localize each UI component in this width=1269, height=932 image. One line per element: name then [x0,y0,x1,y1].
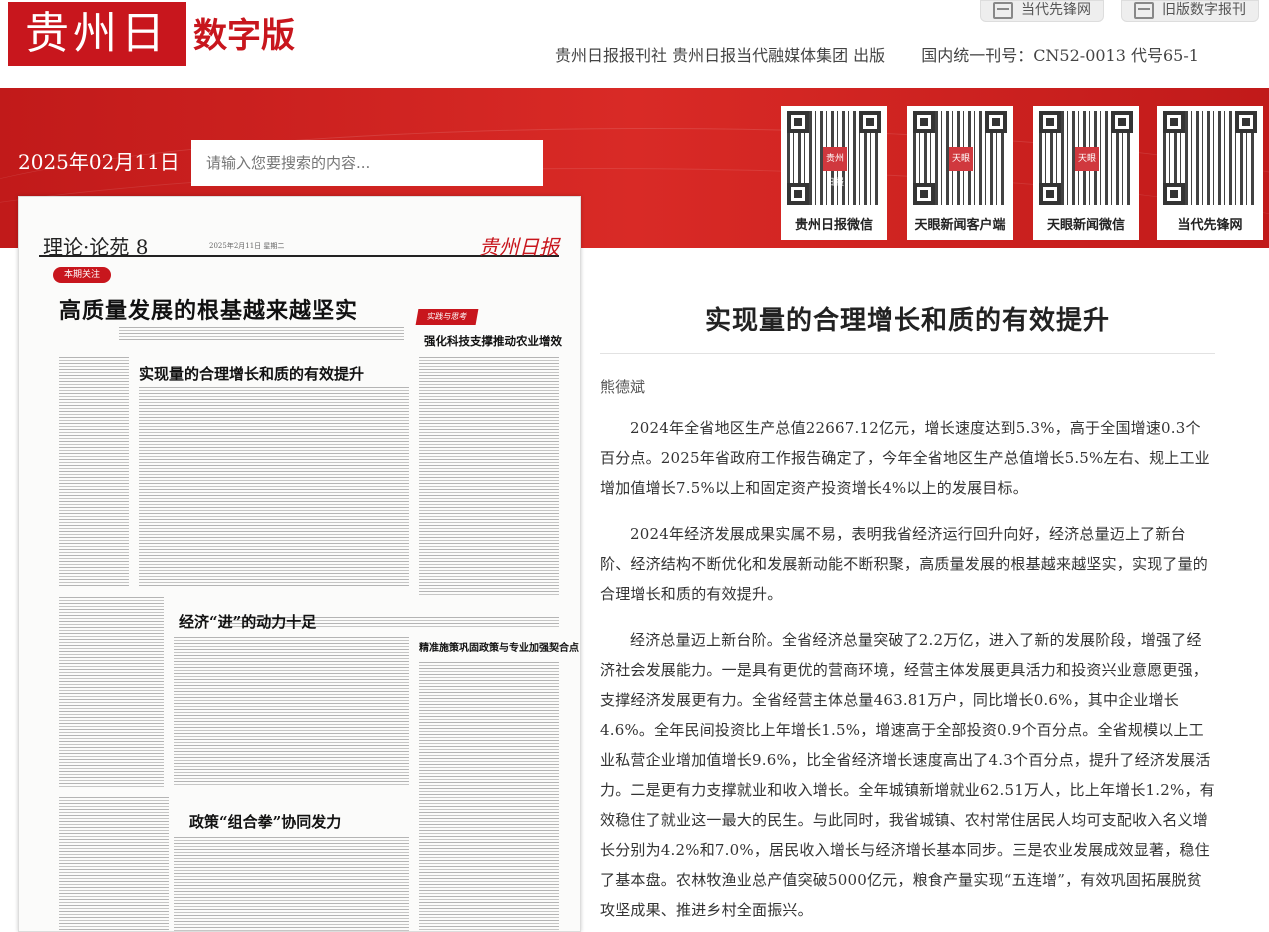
article-hotspot[interactable]: 实现量的合理增长和质的有效提升 [139,363,364,384]
qr-label: 当代先锋网 [1177,218,1243,233]
page-masthead: 理论·论苑 8 2025年2月11日 星期二 贵州日报 [39,231,559,259]
article-paragraph: 2024年全省地区生产总值22667.12亿元，增长速度达到5.3%，高于全国增… [600,419,1210,497]
current-pioneer-button[interactable]: 当代先锋网 [980,0,1104,22]
qr-code: 天眼 [1039,111,1133,205]
site-header: 贵州日报 数字版 当代先锋网 旧版数字报刊 贵州日报报刊社 贵州日报当代融媒体集… [0,0,1269,123]
publisher-text: 贵州日报报刊社 贵州日报当代融媒体集团 出版 [555,46,886,65]
newspaper-icon [1134,2,1154,19]
qr-code: 贵州日报 [787,111,881,205]
qr-label: 贵州日报微信 [794,218,873,233]
newspaper-icon [993,2,1013,19]
page-section: 理论·论苑 8 [43,235,149,259]
article-title: 实现量的合理增长和质的有效提升 [600,300,1215,354]
article-hotspot[interactable]: 经济“进”的动力十足 [179,611,316,632]
qr-code: 天眼 [913,111,1007,205]
article-hotspot[interactable]: 精准施策巩固政策与专业加强契合点 [419,639,579,654]
article-hotspot[interactable]: 强化科技支撑推动农业增效 [424,333,562,349]
site-logo-suffix: 数字版 [193,16,295,56]
newspaper-page-preview[interactable]: 理论·论苑 8 2025年2月11日 星期二 贵州日报 本期关注 高质量发展的根… [18,196,581,932]
qr-code [1163,111,1257,205]
issue-date[interactable]: 2025年02月11日 [18,146,180,175]
search-input[interactable] [191,140,543,186]
old-edition-label: 旧版数字报刊 [1162,2,1246,18]
site-logo[interactable]: 贵州日报 [8,2,186,123]
article-author: 熊德斌 [600,378,646,396]
page-paper-logo: 贵州日报 [479,235,559,259]
old-edition-button[interactable]: 旧版数字报刊 [1121,0,1259,22]
qr-tianyan-app[interactable]: 天眼 天眼新闻客户端 [907,106,1013,240]
page-dateline: 2025年2月11日 星期二 [209,242,285,250]
article-paragraph: 经济总量迈上新台阶。全省经济总量突破了2.2万亿，进入了新的发展阶段，增强了经济… [600,631,1215,919]
qr-tianyan-wechat[interactable]: 天眼 天眼新闻微信 [1033,106,1139,240]
page-headline[interactable]: 高质量发展的根基越来越坚实 [59,293,358,325]
qr-guizhou-daily-wechat[interactable]: 贵州日报 贵州日报微信 [781,106,887,240]
article-content: 实现量的合理增长和质的有效提升 熊德斌 2024年全省地区生产总值22667.1… [600,300,1215,925]
qr-label: 天眼新闻客户端 [914,218,1006,233]
article-hotspot[interactable]: 政策“组合拳”协同发力 [189,811,341,832]
side-column-tag: 实践与思考 [415,309,479,325]
article-paragraph: 2024年经济发展成果实属不易，表明我省经济运行回升向好，经济总量迈上了新台阶、… [600,525,1209,603]
qr-label: 天眼新闻微信 [1046,218,1125,233]
page-tag: 本期关注 [53,267,111,283]
qr-current-pioneer[interactable]: 当代先锋网 [1157,106,1263,240]
issn-text: 国内统一刊号：CN52-0013 代号65-1 [921,46,1199,65]
publisher-info: 贵州日报报刊社 贵州日报当代融媒体集团 出版 国内统一刊号：CN52-0013 代… [555,42,1199,66]
current-pioneer-label: 当代先锋网 [1021,2,1091,18]
